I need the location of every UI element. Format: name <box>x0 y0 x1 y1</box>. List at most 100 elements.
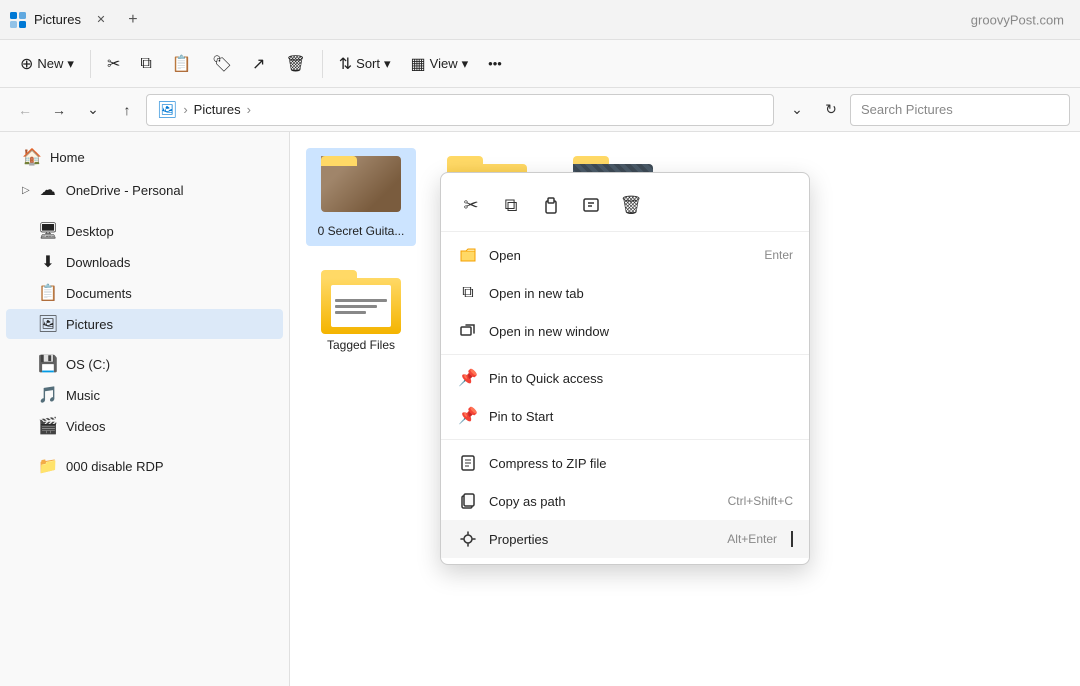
tab-close-button[interactable]: ✕ <box>87 10 115 30</box>
ctx-pin-quick-icon: 📌 <box>457 367 479 389</box>
drive-icon: 💾 <box>38 354 58 374</box>
address-bar[interactable]: 🖼 › Pictures › <box>146 94 774 126</box>
app-icon <box>8 10 28 30</box>
sidebar-item-onedrive[interactable]: ▷ ☁ OneDrive - Personal <box>6 174 283 206</box>
address-folder-icon: 🖼 <box>157 100 177 120</box>
ctx-copy-path-icon <box>457 490 479 512</box>
sidebar-home-label: Home <box>50 150 267 165</box>
sidebar-item-000rdp[interactable]: 📁 000 disable RDP <box>6 451 283 481</box>
recent-locations-button[interactable]: ⌄ <box>78 95 108 125</box>
sidebar-videos-label: Videos <box>66 419 244 434</box>
up-button[interactable]: ↑ <box>112 95 142 125</box>
ctx-compress-icon <box>457 452 479 474</box>
context-menu-icon-row: ✂ ⧉ 🗑 <box>441 179 809 232</box>
ctx-compress[interactable]: Compress to ZIP file <box>441 444 809 482</box>
title-bar: Pictures ✕ + groovyPost.com <box>0 0 1080 40</box>
ctx-copy-path-shortcut: Ctrl+Shift+C <box>728 494 793 508</box>
cut-button[interactable]: ✂ <box>99 49 128 79</box>
copy-button[interactable]: ⧉ <box>132 50 159 78</box>
sidebar-item-pictures[interactable]: 🖼 Pictures 📌 <box>6 309 283 339</box>
toolbar: ⊕ New ▾ ✂ ⧉ 📋 🏷 ↗ 🗑 ⇅ Sort ▾ ▦ View ▾ ••… <box>0 40 1080 88</box>
ctx-compress-label: Compress to ZIP file <box>489 456 793 471</box>
sidebar-item-videos[interactable]: 🎬 Videos 📌 <box>6 411 283 441</box>
ctx-open[interactable]: Open Enter <box>441 236 809 274</box>
new-button[interactable]: ⊕ New ▾ <box>12 49 82 79</box>
ctx-copy-path-label: Copy as path <box>489 494 718 509</box>
ctx-divider-1 <box>441 354 809 355</box>
ctx-copy-button[interactable]: ⧉ <box>493 187 529 223</box>
paste-button[interactable]: 📋 <box>164 49 200 79</box>
more-button[interactable]: ••• <box>480 51 510 76</box>
folder-000-icon: 📁 <box>38 456 58 476</box>
ctx-open-new-window[interactable]: Open in new window <box>441 312 809 350</box>
content-area: 0 Secret Guita... Icons Saved Pictur <box>290 132 1080 686</box>
folder-icon-guitar <box>321 156 401 220</box>
ctx-delete-button[interactable]: 🗑 <box>613 187 649 223</box>
ctx-pin-start[interactable]: 📌 Pin to Start <box>441 397 809 435</box>
expand-button[interactable]: ⌄ <box>782 95 812 125</box>
ctx-open-label: Open <box>489 248 754 263</box>
ctx-properties[interactable]: Properties Alt+Enter <box>441 520 809 558</box>
file-label-tagged: Tagged Files <box>327 338 395 352</box>
ctx-pin-quick-label: Pin to Quick access <box>489 371 793 386</box>
view-icon: ▦ <box>411 54 426 74</box>
onedrive-icon: ☁ <box>38 180 58 200</box>
file-item-guitar[interactable]: 0 Secret Guita... <box>306 148 416 246</box>
sort-label: Sort <box>356 56 380 71</box>
new-icon: ⊕ <box>20 54 33 74</box>
forward-button[interactable]: → <box>44 95 74 125</box>
watermark: groovyPost.com <box>971 12 1064 27</box>
sidebar-item-downloads[interactable]: ⬇ Downloads 📌 <box>6 247 283 277</box>
ctx-divider-2 <box>441 439 809 440</box>
ctx-open-new-tab[interactable]: ⧉ Open in new tab <box>441 274 809 312</box>
sidebar-item-music[interactable]: 🎵 Music 📌 <box>6 380 283 410</box>
view-dropdown-icon: ▾ <box>462 56 469 72</box>
context-menu: ✂ ⧉ 🗑 Open Enter ⧉ Open in n <box>440 172 810 565</box>
sort-icon: ⇅ <box>339 54 352 74</box>
sort-button[interactable]: ⇅ Sort ▾ <box>331 49 399 79</box>
rename-button[interactable]: 🏷 <box>204 49 240 79</box>
sidebar-item-documents[interactable]: 📋 Documents 📌 <box>6 278 283 308</box>
ctx-open-new-window-label: Open in new window <box>489 324 793 339</box>
address-right: ⌄ ↻ <box>782 95 846 125</box>
search-placeholder: Search Pictures <box>861 102 953 117</box>
search-box[interactable]: Search Pictures <box>850 94 1070 126</box>
sidebar-item-home[interactable]: 🏠 Home <box>6 141 283 173</box>
ctx-copy-path[interactable]: Copy as path Ctrl+Shift+C <box>441 482 809 520</box>
sidebar-osc-label: OS (C:) <box>66 357 244 372</box>
home-icon: 🏠 <box>22 147 42 167</box>
share-icon: ↗ <box>252 54 265 74</box>
ctx-open-new-tab-icon: ⧉ <box>457 282 479 304</box>
main-layout: 🏠 Home ▷ ☁ OneDrive - Personal 🖥 Desktop… <box>0 132 1080 686</box>
ctx-paste-button[interactable] <box>533 187 569 223</box>
more-label: ••• <box>488 56 502 71</box>
pictures-icon: 🖼 <box>38 314 58 334</box>
sidebar-pictures-label: Pictures <box>66 317 244 332</box>
delete-button[interactable]: 🗑 <box>277 49 313 79</box>
tab-add-button[interactable]: + <box>119 10 147 30</box>
back-button[interactable]: ← <box>10 95 40 125</box>
ctx-pin-quick[interactable]: 📌 Pin to Quick access <box>441 359 809 397</box>
ctx-rename-button[interactable] <box>573 187 609 223</box>
share-button[interactable]: ↗ <box>244 49 273 79</box>
cut-icon: ✂ <box>107 54 120 74</box>
sidebar-downloads-label: Downloads <box>66 255 244 270</box>
ctx-open-new-window-icon <box>457 320 479 342</box>
sidebar-documents-label: Documents <box>66 286 244 301</box>
sidebar-item-osc[interactable]: 💾 OS (C:) 📌 <box>6 349 283 379</box>
desktop-icon: 🖥 <box>38 221 58 241</box>
address-row: ← → ⌄ ↑ 🖼 › Pictures › ⌄ ↻ Search Pictur… <box>0 88 1080 132</box>
sidebar-000rdp-label: 000 disable RDP <box>66 459 267 474</box>
ctx-cut-button[interactable]: ✂ <box>453 187 489 223</box>
music-icon: 🎵 <box>38 385 58 405</box>
address-path: Pictures <box>194 102 241 117</box>
divider-1 <box>90 50 91 78</box>
refresh-button[interactable]: ↻ <box>816 95 846 125</box>
ctx-open-icon <box>457 244 479 266</box>
ctx-pin-start-icon: 📌 <box>457 405 479 427</box>
copy-icon: ⧉ <box>140 55 151 73</box>
ctx-properties-label: Properties <box>489 532 717 547</box>
file-item-tagged[interactable]: Tagged Files <box>306 262 416 360</box>
view-button[interactable]: ▦ View ▾ <box>403 49 477 79</box>
sidebar-item-desktop[interactable]: 🖥 Desktop 📌 <box>6 216 283 246</box>
